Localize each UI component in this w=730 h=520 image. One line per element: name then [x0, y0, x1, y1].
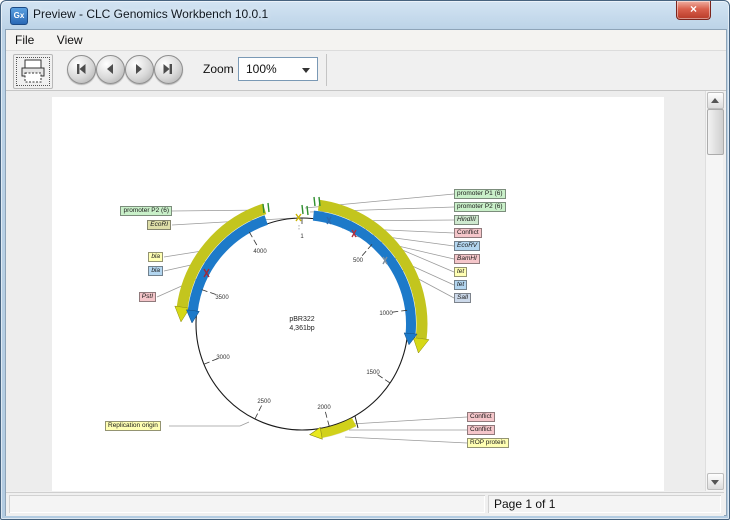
- label-tet-cds: tet: [454, 280, 467, 290]
- zoom-value: 100%: [246, 62, 277, 76]
- toolbar: Zoom 100%: [6, 51, 726, 91]
- previous-page-icon: [103, 62, 117, 76]
- svg-text:2500: 2500: [257, 399, 271, 405]
- status-bar: Page 1 of 1: [6, 492, 724, 516]
- label-psti: PstI: [139, 292, 156, 302]
- label-conflict-3: Conflict: [467, 425, 495, 435]
- bla-gene-arc: [175, 209, 266, 323]
- plasmid-name: pBR322: [252, 315, 352, 324]
- preview-page: 1 500 1000 1500 2000 2500 3000 3500 4000…: [52, 97, 664, 491]
- label-bla-cds: bla: [148, 266, 163, 276]
- rop-protein-arrow: [310, 416, 358, 439]
- label-promoter-p1: promoter P1 (6): [454, 189, 506, 199]
- svg-text:1000: 1000: [379, 311, 393, 317]
- preview-area: 1 500 1000 1500 2000 2500 3000 3500 4000…: [6, 91, 724, 491]
- label-ecorv: EcoRV: [454, 241, 480, 251]
- label-hindiii: HindIII: [454, 215, 479, 225]
- status-page-indicator: Page 1 of 1: [488, 495, 721, 513]
- label-replication-origin: Replication origin: [105, 421, 161, 431]
- toolbar-separator: [326, 54, 327, 86]
- svg-text:1: 1: [300, 234, 304, 240]
- chevron-down-icon: [302, 68, 310, 73]
- menu-view[interactable]: View: [48, 30, 92, 47]
- last-page-icon: [161, 62, 175, 76]
- first-page-button[interactable]: [67, 55, 96, 84]
- next-page-button[interactable]: [125, 55, 154, 84]
- zoom-label: Zoom: [203, 62, 234, 76]
- scroll-down-button[interactable]: [707, 473, 724, 490]
- scrollbar-thumb[interactable]: [707, 109, 724, 155]
- menu-file[interactable]: File: [6, 30, 43, 47]
- svg-text:4000: 4000: [253, 249, 267, 255]
- window-title: Preview - CLC Genomics Workbench 10.0.1: [33, 7, 268, 21]
- menu-bar: File View: [6, 30, 726, 51]
- title-bar[interactable]: Gx Preview - CLC Genomics Workbench 10.0…: [1, 1, 729, 29]
- vertical-scrollbar[interactable]: [705, 91, 723, 491]
- first-page-icon: [74, 62, 88, 76]
- status-cell-empty: [9, 495, 485, 513]
- svg-text:2000: 2000: [317, 405, 331, 411]
- label-bamhi: BamHI: [454, 254, 480, 264]
- print-button[interactable]: [13, 54, 53, 89]
- label-ecori: EcoRI: [147, 220, 171, 230]
- previous-page-button[interactable]: [96, 55, 125, 84]
- label-promoter-p2-right: promoter P2 (6): [454, 202, 506, 212]
- printer-icon: [20, 59, 46, 84]
- label-conflict-2: Conflict: [467, 412, 495, 422]
- close-icon: ×: [690, 2, 697, 16]
- scroll-up-button[interactable]: [707, 92, 724, 109]
- next-page-icon: [132, 62, 146, 76]
- label-bla-gene: bla: [148, 252, 163, 262]
- preview-window: Gx Preview - CLC Genomics Workbench 10.0…: [0, 0, 730, 520]
- label-tet-gene: tet: [454, 267, 467, 277]
- app-icon: Gx: [10, 7, 28, 25]
- svg-text:3500: 3500: [215, 295, 229, 301]
- label-rop-protein: ROP protein: [467, 438, 509, 448]
- label-sali: SalI: [454, 293, 471, 303]
- triangle-down-icon: [711, 480, 719, 485]
- client-area: File View: [5, 29, 727, 516]
- last-page-button[interactable]: [154, 55, 183, 84]
- label-conflict-1: Conflict: [454, 228, 482, 238]
- label-promoter-p2-left: promoter P2 (6): [120, 206, 172, 216]
- svg-text:500: 500: [353, 258, 364, 264]
- plasmid-title: pBR322 4,361bp: [252, 315, 352, 333]
- plasmid-size: 4,361bp: [252, 324, 352, 333]
- triangle-up-icon: [711, 98, 719, 103]
- close-button[interactable]: ×: [676, 1, 711, 20]
- svg-text:1500: 1500: [366, 370, 380, 376]
- zoom-select[interactable]: 100%: [238, 57, 318, 81]
- svg-text:3000: 3000: [216, 355, 230, 361]
